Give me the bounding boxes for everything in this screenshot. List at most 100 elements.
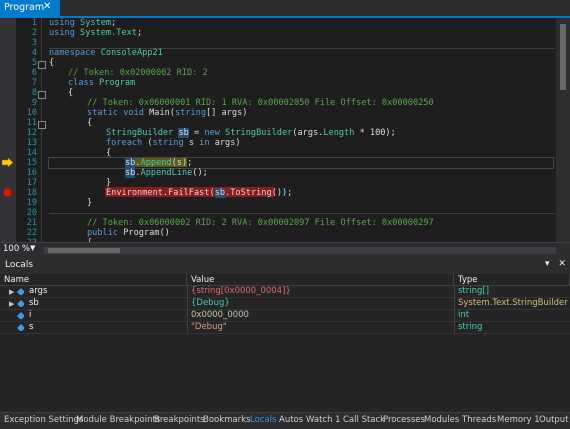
local-name: s xyxy=(29,322,34,332)
line-number: 15 xyxy=(26,158,37,168)
line-number: 10 xyxy=(26,108,37,118)
outline-guide xyxy=(41,18,42,242)
column-header-name[interactable]: Name xyxy=(0,274,187,286)
expand-arrow-icon[interactable]: ▶ xyxy=(9,300,14,308)
code-line-17: } xyxy=(106,178,112,188)
line-number: 18 xyxy=(26,188,37,198)
tab-locals[interactable]: Locals xyxy=(250,415,276,425)
line-number: 1 xyxy=(31,18,37,28)
local-type: string[] xyxy=(458,286,490,296)
tab-program[interactable]: Program ✕ xyxy=(0,0,60,16)
line-number: 4 xyxy=(31,48,37,58)
code-line-2: using System.Text; xyxy=(49,28,143,38)
line-number: 11 xyxy=(26,118,37,128)
code-line-11: { xyxy=(87,118,93,128)
local-name: sb xyxy=(29,298,39,308)
tab-program-label: Program xyxy=(4,2,45,13)
locals-row[interactable]: i 0x0000_0000 int xyxy=(0,310,570,322)
editor-status-bar: 100 % ▼ xyxy=(0,242,570,257)
line-number: 16 xyxy=(26,168,37,178)
code-line-21: // Token: 0x06000002 RID: 2 RVA: 0x00002… xyxy=(87,218,434,228)
close-panel-icon[interactable]: ✕ xyxy=(558,259,566,269)
line-number: 21 xyxy=(26,218,37,228)
local-value[interactable]: {string[0x0000_0004]} xyxy=(191,286,451,297)
local-variable-icon xyxy=(17,288,24,295)
local-variable-icon xyxy=(17,312,24,319)
line-number: 2 xyxy=(31,28,37,38)
line-number: 6 xyxy=(31,68,37,78)
code-line-9: // Token: 0x06000001 RID: 1 RVA: 0x00002… xyxy=(87,98,434,108)
tab-call-stack[interactable]: Call Stack xyxy=(343,415,385,425)
column-header-value[interactable]: Value xyxy=(187,274,454,286)
current-statement-arrow-icon xyxy=(2,158,14,167)
zoom-level[interactable]: 100 % xyxy=(3,244,30,254)
zoom-dropdown-icon[interactable]: ▼ xyxy=(30,244,35,252)
pin-dropdown-icon[interactable]: ▾ xyxy=(545,259,550,269)
locals-grid[interactable]: Name Value Type ▶ args {string[0x0000_00… xyxy=(0,274,570,412)
code-line-18: Environment.FailFast(sb.ToString()); xyxy=(106,188,293,198)
tab-breakpoints[interactable]: Breakpoints xyxy=(154,415,205,425)
line-number: 5 xyxy=(31,58,37,68)
locals-row[interactable]: ▶ args {string[0x0000_0004]} string[] xyxy=(0,286,570,298)
collapse-icon[interactable] xyxy=(38,121,46,129)
line-number: 14 xyxy=(26,148,37,158)
code-line-19: } xyxy=(87,198,93,208)
breakpoint-icon[interactable] xyxy=(3,188,12,197)
line-number: 19 xyxy=(26,198,37,208)
local-type: int xyxy=(458,310,470,320)
line-number: 9 xyxy=(31,98,37,108)
local-type: string xyxy=(458,322,483,332)
code-line-5: { xyxy=(49,58,55,68)
tab-memory-1[interactable]: Memory 1 xyxy=(497,415,540,425)
document-tab-strip xyxy=(0,0,570,16)
current-line-box xyxy=(48,157,554,169)
tab-processes[interactable]: Processes xyxy=(383,415,425,425)
line-number: 17 xyxy=(26,178,37,188)
code-line-12: StringBuilder sb = new StringBuilder(arg… xyxy=(106,128,396,138)
tab-watch-1[interactable]: Watch 1 xyxy=(306,415,341,425)
tool-window-tabs: Exception Settings Module Breakpoints Br… xyxy=(0,412,570,429)
tab-bookmarks[interactable]: Bookmarks xyxy=(203,415,251,425)
method-separator xyxy=(49,213,555,214)
line-number: 22 xyxy=(26,228,37,238)
code-line-14: { xyxy=(106,148,112,158)
local-variable-icon xyxy=(17,324,24,331)
locals-row[interactable]: s "Debug" string xyxy=(0,322,570,334)
line-number: 7 xyxy=(31,78,37,88)
code-line-1: using System; xyxy=(49,18,117,28)
code-line-4: namespace ConsoleApp21 xyxy=(49,48,163,58)
local-name: args xyxy=(29,286,48,296)
line-number: 20 xyxy=(26,208,37,218)
tab-autos[interactable]: Autos xyxy=(279,415,303,425)
code-line-8: { xyxy=(68,88,74,98)
code-line-6: // Token: 0x02000002 RID: 2 xyxy=(68,68,208,78)
tab-module-breakpoints[interactable]: Module Breakpoints xyxy=(76,415,160,425)
code-line-22: public Program() xyxy=(87,228,170,238)
vertical-scroll-thumb[interactable] xyxy=(560,24,566,90)
code-editor[interactable]: 1234567891011121314151617181920212223 us… xyxy=(0,18,570,242)
line-number: 8 xyxy=(31,88,37,98)
column-header-type[interactable]: Type xyxy=(454,274,570,286)
local-value[interactable]: 0x0000_0000 xyxy=(191,310,451,321)
collapse-icon[interactable] xyxy=(38,61,46,69)
code-line-16: sb.AppendLine(); xyxy=(125,168,208,178)
collapse-icon[interactable] xyxy=(38,91,46,99)
tab-threads[interactable]: Threads xyxy=(462,415,496,425)
code-line-15: sb.Append(s); xyxy=(125,158,193,168)
local-type: System.Text.StringBuilder xyxy=(458,298,568,308)
tab-output[interactable]: Output xyxy=(539,415,569,425)
horizontal-scroll-thumb[interactable] xyxy=(48,248,120,253)
code-line-10: static void Main(string[] args) xyxy=(87,108,248,118)
indicator-margin[interactable] xyxy=(0,18,16,242)
tab-modules[interactable]: Modules xyxy=(424,415,459,425)
tab-exception-settings[interactable]: Exception Settings xyxy=(4,415,83,425)
line-number: 13 xyxy=(26,138,37,148)
code-line-13: foreach (string s in args) xyxy=(106,138,241,148)
local-value[interactable]: "Debug" xyxy=(191,322,451,333)
horizontal-scrollbar[interactable] xyxy=(44,247,556,254)
local-value[interactable]: {Debug} xyxy=(191,298,451,309)
locals-panel-header: Locals ▾ ✕ xyxy=(0,258,570,273)
expand-arrow-icon[interactable]: ▶ xyxy=(9,288,14,296)
locals-row[interactable]: ▶ sb {Debug} System.Text.StringBuilder xyxy=(0,298,570,310)
close-tab-icon[interactable]: ✕ xyxy=(43,1,51,12)
